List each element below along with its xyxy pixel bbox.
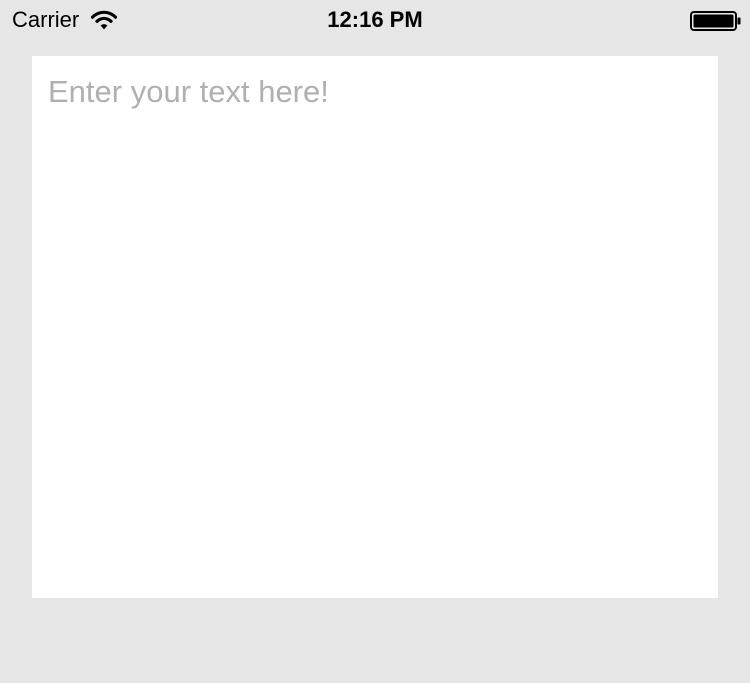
battery-icon [690, 11, 741, 31]
status-bar: Carrier 12:16 PM [0, 0, 750, 40]
status-time: 12:16 PM [327, 7, 423, 32]
text-view[interactable] [32, 56, 718, 598]
